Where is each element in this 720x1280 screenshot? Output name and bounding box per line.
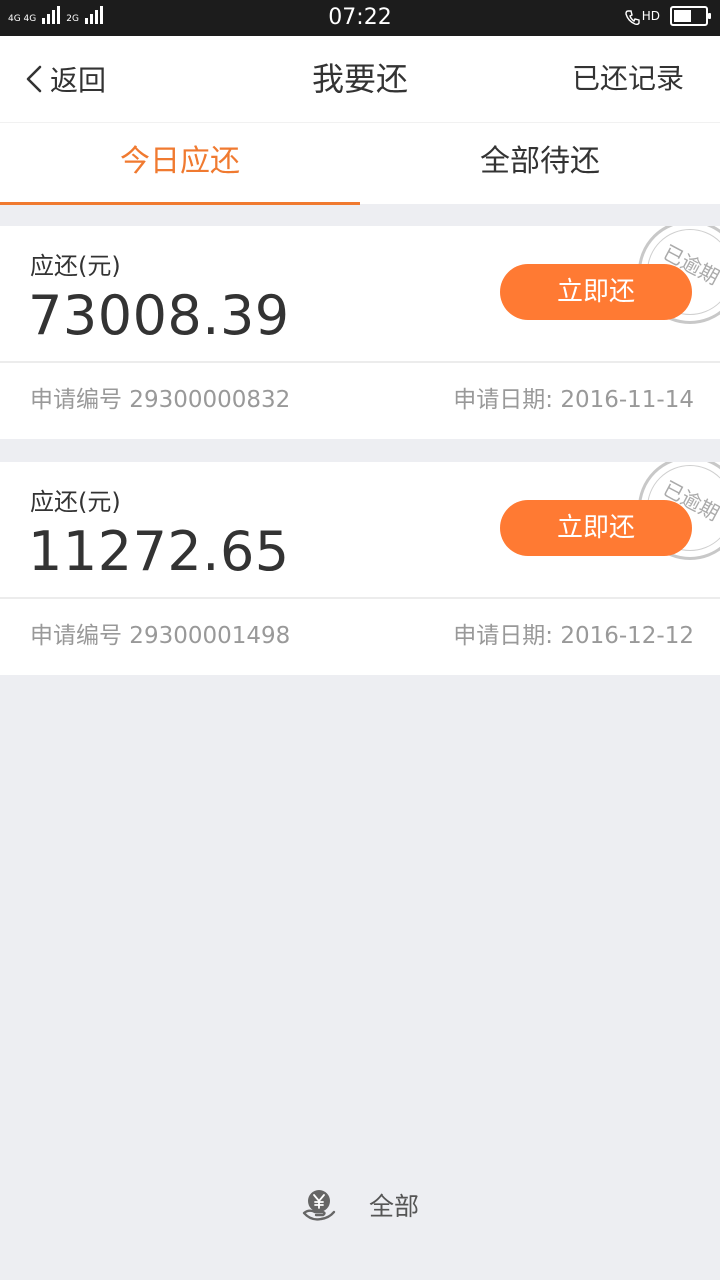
status-right: HD: [624, 6, 711, 26]
hd-label: HD: [641, 9, 660, 23]
amount-value: 11272.65: [28, 520, 290, 583]
repaid-records-link[interactable]: 已还记录: [572, 36, 684, 122]
back-label: 返回: [50, 64, 107, 97]
nav-bar: 返回 我要还 已还记录: [0, 36, 720, 122]
yen-hand-icon: [302, 1190, 336, 1221]
chevron-left-icon: [26, 65, 42, 93]
status-bar: 4G 4G 2G 07:22 HD: [0, 0, 720, 36]
application-date: 申请日期: 2016-12-12: [453, 623, 694, 649]
repayment-card: 已逾期 应还(元) 11272.65 立即还 申请编号 29300001498 …: [0, 462, 720, 675]
application-number: 申请编号 29300000832: [30, 387, 291, 413]
tab-today-due[interactable]: 今日应还: [0, 123, 360, 205]
tab-bar: 今日应还 全部待还: [0, 122, 720, 205]
status-time: 07:22: [328, 5, 392, 30]
application-number: 申请编号 29300001498: [30, 623, 291, 649]
tab-all-pending[interactable]: 全部待还: [360, 123, 720, 205]
repay-now-button[interactable]: 立即还: [500, 264, 692, 320]
application-date: 申请日期: 2016-11-14: [453, 387, 694, 413]
repayment-card: 已逾期 应还(元) 73008.39 立即还 申请编号 29300000832 …: [0, 226, 720, 439]
amount-value: 73008.39: [28, 284, 290, 347]
amount-label: 应还(元): [30, 488, 121, 516]
hd-call-icon: HD: [624, 9, 660, 26]
battery-icon: [670, 6, 711, 26]
repay-now-button[interactable]: 立即还: [500, 500, 692, 556]
all-bills-label: 全部: [368, 1192, 419, 1221]
amount-label: 应还(元): [30, 252, 121, 280]
back-button[interactable]: 返回: [22, 36, 106, 122]
all-bills-button[interactable]: 全部: [0, 1180, 720, 1230]
